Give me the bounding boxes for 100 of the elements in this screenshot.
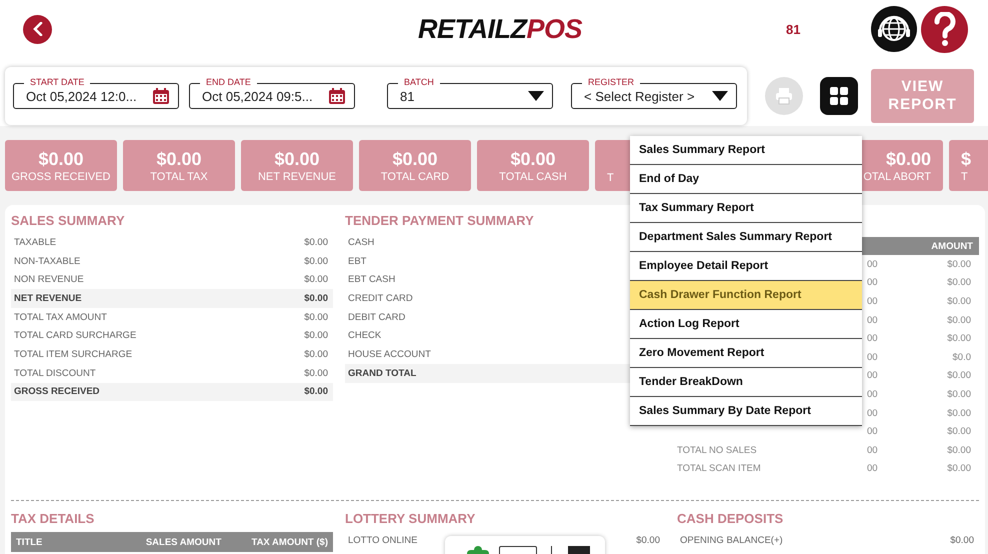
amount-cell-text: $0.00 [947,426,972,438]
amount-cell-text: $0.00 [947,296,972,307]
row-label: EBT [348,256,366,267]
row-label: GROSS RECEIVED [14,386,100,398]
menu-item[interactable]: Tender BreakDown [630,368,862,397]
caret-icon [528,91,544,101]
row-label: NON-TAXABLE [14,256,80,267]
filter-field[interactable]: END DATE Oct 05,2024 09:5... [189,74,355,109]
row-label: EBT CASH [348,274,396,286]
count-cell-text: 00 [867,444,879,456]
field-label: START DATE [24,76,90,88]
count-cell-text: 00 [867,333,879,344]
amount-cell-text: $0.00 [947,463,972,474]
field-label: BATCH [398,76,440,88]
menu-item[interactable]: Zero Movement Report [630,339,862,368]
section-title: TENDER PAYMENT SUMMARY [345,212,535,230]
tile-label: GROSS RECEIVED [11,170,111,182]
row-value: $0.00 [304,348,328,360]
row-label: NET REVENUE [14,292,82,304]
count-cell-text: 00 [867,408,879,419]
column-header: AMOUNT [931,240,973,252]
tile-amount: $0.00 [886,148,931,170]
tile-label: T [607,172,614,184]
help-button[interactable] [921,6,968,52]
tile-label: TOTAL TAX [150,170,208,182]
count-cell-text: 00 [867,388,879,400]
count-cell-text: 00 [867,463,879,474]
field-label: REGISTER [582,76,640,88]
menu-item[interactable]: Sales Summary Report [630,136,862,165]
grid-icon [829,86,849,106]
section-title: CASH DEPOSITS [677,510,784,528]
tile-label: NET REVENUE [258,170,336,182]
tile-label: OTAL ABORT [863,170,931,182]
row-label: TOTAL SCAN ITEM [677,463,761,474]
row-label: CREDIT CARD [348,292,413,304]
section-title: LOTTERY SUMMARY [345,510,476,528]
amount-cell-text: $0.0 [952,352,972,363]
count-cell-text: 00 [867,426,879,438]
column-header: TITLE [16,536,44,548]
section-title: SALES SUMMARY [11,212,126,230]
column-header: SALES AMOUNT [146,536,222,548]
tile-label: TOTAL CASH [499,170,567,182]
section-title: TAX DETAILS [11,510,96,528]
tile-amount: $0.00 [392,148,438,170]
logo: RETAILZPOS [418,14,582,44]
menu-item[interactable]: Action Log Report [630,310,862,339]
row-label: TOTAL TAX AMOUNT [14,312,107,323]
menu-item[interactable]: Department Sales Summary Report [630,223,862,252]
row-label: LOTTO ONLINE [348,534,418,546]
help-icon [932,12,958,46]
tile-amount: $ [961,148,972,170]
count-cell-text: 00 [867,314,879,326]
row-label: NON REVENUE [14,274,84,286]
support-button[interactable] [871,6,917,52]
amount-cell-text: $0.00 [947,277,972,288]
amount-cell-text: $0.00 [947,370,972,382]
menu-item[interactable]: Tax Summary Report [630,194,862,223]
grid-menu-button[interactable] [820,77,858,115]
tile-label: T [961,170,968,182]
amount-cell-text: $0.00 [947,258,972,270]
amount-cell-text: $0.00 [947,314,972,326]
amount-cell-text: $0.00 [947,388,972,400]
calendar-icon [328,87,346,105]
row-value: $0.00 [304,330,328,342]
row-label: TOTAL NO SALES [677,444,757,456]
count-cell-text: 00 [867,296,879,307]
filter-field[interactable]: START DATE Oct 05,2024 12:0... [13,74,179,109]
row-label: OPENING BALANCE(+) [680,534,783,546]
caret-icon [712,91,728,101]
column-header: TAX AMOUNT ($) [251,536,328,548]
row-value: $0.00 [950,534,974,546]
tile-label: TOTAL CARD [380,170,450,182]
filter-field[interactable]: BATCH 81 [387,74,553,109]
row-label: TAXABLE [14,236,56,248]
amount-cell-text: $0.00 [947,444,972,456]
row-label: TOTAL CARD SURCHARGE [14,330,136,342]
tile-amount: $0.00 [510,148,556,170]
row-label: GRAND TOTAL [348,368,416,379]
tile-amount: $0.00 [274,148,320,170]
row-value: $0.00 [304,386,328,398]
back-button[interactable] [23,14,52,44]
filter-field[interactable]: REGISTER < Select Register > [571,74,737,109]
row-value: $0.00 [304,274,328,286]
amount-cell-text: $0.00 [947,333,972,344]
row-label: DEBIT CARD [348,312,406,323]
batch-number: 81 [786,22,800,36]
menu-item[interactable]: Cash Drawer Function Report [630,281,862,310]
back-icon [32,22,44,36]
row-value: $0.00 [636,534,660,546]
count-cell-text: 00 [867,277,879,288]
count-cell-text: 00 [867,352,879,363]
menu-item[interactable]: End of Day [630,165,862,194]
row-label: CASH [348,236,374,248]
menu-item[interactable]: Sales Summary By Date Report [630,397,862,426]
row-value: $0.00 [304,256,328,267]
row-label: TOTAL ITEM SURCHARGE [14,348,132,360]
tile-amount: $0.00 [38,148,84,170]
calendar-icon [152,87,170,105]
row-label: TOTAL DISCOUNT [14,368,96,379]
count-cell-text: 00 [867,258,879,270]
